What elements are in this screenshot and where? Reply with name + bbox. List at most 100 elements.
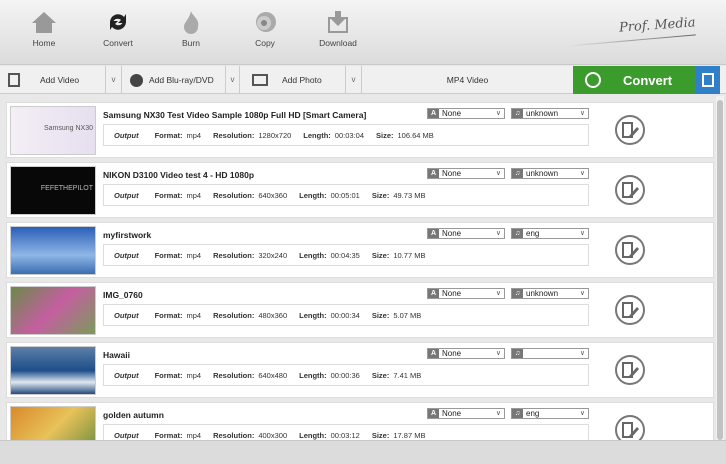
output-info: Output Format: mp4 Resolution: 400x300 Len… — [103, 424, 589, 440]
edit-video-button[interactable] — [615, 415, 645, 440]
subtitle-select[interactable]: A None ∨ — [427, 108, 505, 119]
scrollbar-thumb[interactable] — [717, 100, 723, 440]
output-label: Output — [114, 430, 139, 440]
chevron-down-icon: ∨ — [579, 350, 585, 357]
format-value: mp4 — [186, 190, 202, 200]
size-value: 5.07 MB — [393, 310, 422, 320]
size-value: 17.87 MB — [393, 430, 426, 440]
subtitle-select[interactable]: A None ∨ — [427, 228, 505, 239]
audio-value: eng — [526, 229, 540, 238]
chevron-down-icon: ∨ — [495, 350, 501, 357]
format-label: Format: — [154, 310, 183, 320]
length-label: Length: — [299, 430, 327, 440]
format-value: mp4 — [186, 430, 202, 440]
home-label: Home — [32, 38, 56, 48]
add-bluray-dropdown[interactable]: v — [226, 66, 240, 94]
audio-select[interactable]: ♫ unknown ∨ — [511, 108, 589, 119]
size-value: 7.41 MB — [393, 370, 422, 380]
burn-label: Burn — [182, 38, 200, 48]
edit-video-button[interactable] — [615, 355, 645, 385]
size-value: 10.77 MB — [393, 250, 426, 260]
copy-button[interactable]: Copy — [235, 10, 295, 48]
burn-button[interactable]: Burn — [161, 10, 221, 48]
audio-select[interactable]: ♫ eng ∨ — [511, 228, 589, 239]
subtitle-value: None — [442, 169, 462, 178]
output-label: Output — [114, 370, 139, 380]
edit-video-button[interactable] — [615, 235, 645, 265]
video-thumbnail[interactable] — [10, 226, 96, 275]
subtitle-icon: A — [428, 409, 439, 418]
chevron-down-icon: ∨ — [579, 170, 585, 177]
output-format-selector[interactable]: MP4 Video — [362, 66, 573, 94]
audio-select[interactable]: ♫ eng ∨ — [511, 408, 589, 419]
video-thumbnail[interactable] — [10, 346, 96, 395]
edit-video-button[interactable] — [615, 115, 645, 145]
resolution-label: Resolution: — [213, 250, 255, 260]
audio-icon: ♫ — [512, 109, 523, 118]
length-value: 00:00:34 — [330, 310, 360, 320]
video-item[interactable]: FEFETHEPILOT NIKON D3100 Video test 4 - … — [6, 162, 714, 218]
video-title: golden autumn — [103, 410, 164, 420]
size-label: Size: — [371, 370, 390, 380]
subtitle-select[interactable]: A None ∨ — [427, 348, 505, 359]
chevron-down-icon: ∨ — [579, 110, 585, 117]
add-photo-button[interactable]: Add Photo — [240, 66, 346, 94]
audio-select[interactable]: ♫ unknown ∨ — [511, 288, 589, 299]
disc-add-icon — [130, 73, 143, 87]
subtitle-icon: A — [428, 109, 439, 118]
download-button[interactable]: Download — [308, 10, 368, 48]
video-thumbnail[interactable]: Samsung NX30 — [10, 106, 96, 155]
logo-underline — [566, 34, 696, 47]
chevron-down-icon: ∨ — [495, 230, 501, 237]
size-label: Size: — [371, 190, 390, 200]
output-label: Output — [114, 250, 139, 260]
resolution-label: Resolution: — [213, 370, 255, 380]
video-thumbnail[interactable]: FEFETHEPILOT — [10, 166, 96, 215]
subtitle-select[interactable]: A None ∨ — [427, 288, 505, 299]
scrollbar[interactable] — [716, 96, 724, 440]
home-button[interactable]: Home — [14, 10, 74, 48]
audio-value: eng — [526, 409, 540, 418]
convert-tab-button[interactable]: Convert — [88, 10, 148, 48]
edit-video-button[interactable] — [615, 175, 645, 205]
flame-icon — [184, 11, 199, 34]
video-item[interactable]: Samsung NX30 Samsung NX30 Test Video Sam… — [6, 102, 714, 158]
size-label: Size: — [371, 310, 390, 320]
video-list: Samsung NX30 Samsung NX30 Test Video Sam… — [0, 96, 716, 440]
video-item[interactable]: golden autumn A None ∨ ♫ eng ∨ Output Format… — [6, 402, 714, 440]
logo: Prof. Media — [618, 15, 697, 36]
video-item[interactable]: myfirstwork A None ∨ ♫ eng ∨ Output Format: m… — [6, 222, 714, 278]
sidebar-toggle-button[interactable] — [696, 66, 720, 94]
output-info: Output Format: mp4 Resolution: 320x240 Len… — [103, 244, 589, 266]
disc-icon — [256, 12, 276, 32]
chevron-down-icon: ∨ — [495, 110, 501, 117]
audio-select[interactable]: ♫ ∨ — [511, 348, 589, 359]
subtitle-icon: A — [428, 169, 439, 178]
output-format-label: MP4 Video — [446, 75, 489, 85]
edit-video-button[interactable] — [615, 295, 645, 325]
resolution-value: 640x360 — [258, 190, 288, 200]
video-thumbnail[interactable] — [10, 406, 96, 440]
audio-select[interactable]: ♫ unknown ∨ — [511, 168, 589, 179]
size-value: 49.73 MB — [393, 190, 426, 200]
subtitle-value: None — [442, 289, 462, 298]
video-item[interactable]: IMG_0760 A None ∨ ♫ unknown ∨ Output Format:… — [6, 282, 714, 338]
video-thumbnail[interactable] — [10, 286, 96, 335]
subtitle-select[interactable]: A None ∨ — [427, 408, 505, 419]
convert-button[interactable]: Convert — [573, 66, 696, 94]
add-photo-dropdown[interactable]: v — [346, 66, 362, 94]
film-edit-icon — [622, 302, 639, 318]
format-value: mp4 — [186, 250, 202, 260]
add-video-button[interactable]: Add Video — [0, 66, 106, 94]
add-bluray-button[interactable]: Add Blu-ray/DVD — [122, 66, 226, 94]
resolution-value: 640x480 — [258, 370, 288, 380]
video-item[interactable]: Hawaii A None ∨ ♫ ∨ Output Format: mp4 Resol… — [6, 342, 714, 398]
video-title: Samsung NX30 Test Video Sample 1080p Ful… — [103, 110, 367, 120]
subtitle-icon: A — [428, 289, 439, 298]
home-icon — [32, 12, 56, 33]
add-video-dropdown[interactable]: v — [106, 66, 122, 94]
subtitle-select[interactable]: A None ∨ — [427, 168, 505, 179]
format-label: Format: — [154, 430, 183, 440]
format-label: Format: — [154, 370, 183, 380]
convert-circle-icon — [585, 72, 601, 88]
